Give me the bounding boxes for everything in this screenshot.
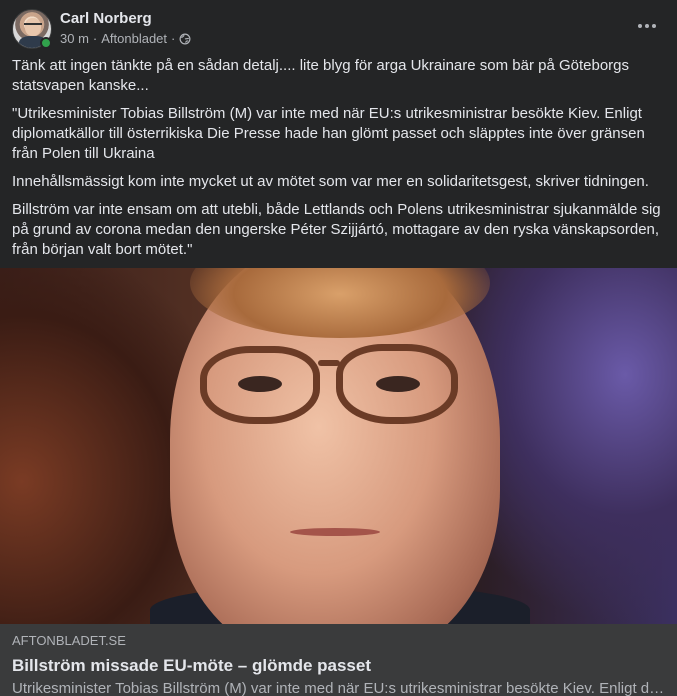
- link-description: Utrikesminister Tobias Billström (M) var…: [12, 680, 665, 696]
- meta-separator: ·: [171, 31, 176, 46]
- post-paragraph: "Utrikesminister Tobias Billström (M) va…: [12, 105, 645, 162]
- dot-icon: [645, 24, 649, 28]
- link-title[interactable]: Billström missade EU-möte – glömde passe…: [12, 655, 665, 677]
- post-header: Carl Norberg 30 m · Aftonbladet ·: [12, 9, 665, 49]
- post-meta: 30 m · Aftonbladet ·: [60, 31, 191, 46]
- post-paragraph: Innehållsmässigt kom inte mycket ut av m…: [12, 173, 649, 190]
- dot-icon: [638, 24, 642, 28]
- more-options-button[interactable]: [629, 9, 665, 43]
- post-text: Tänk att ingen tänkte på en sådan detalj…: [12, 56, 667, 268]
- post-paragraph: Tänk att ingen tänkte på en sådan detalj…: [12, 57, 630, 94]
- post-card: Carl Norberg 30 m · Aftonbladet · Tänk a…: [0, 0, 677, 696]
- meta-separator: ·: [92, 31, 98, 46]
- author-name[interactable]: Carl Norberg: [60, 10, 152, 27]
- globe-icon[interactable]: [179, 33, 191, 45]
- avatar-glasses: [24, 23, 42, 28]
- link-preview-footer[interactable]: AFTONBLADET.SE Billström missade EU-möte…: [0, 624, 677, 696]
- image-glasses-bridge: [318, 360, 340, 366]
- link-domain: AFTONBLADET.SE: [12, 633, 126, 648]
- online-status-icon: [40, 37, 52, 49]
- post-paragraph: Billström var inte ensam om att utebli, …: [12, 201, 661, 258]
- image-glasses-lens: [336, 344, 458, 424]
- post-source[interactable]: Aftonbladet: [101, 31, 167, 46]
- dot-icon: [652, 24, 656, 28]
- post-time[interactable]: 30 m: [60, 31, 89, 46]
- image-glasses-lens: [200, 346, 320, 424]
- image-mouth: [290, 528, 380, 536]
- link-preview-image[interactable]: [0, 268, 677, 624]
